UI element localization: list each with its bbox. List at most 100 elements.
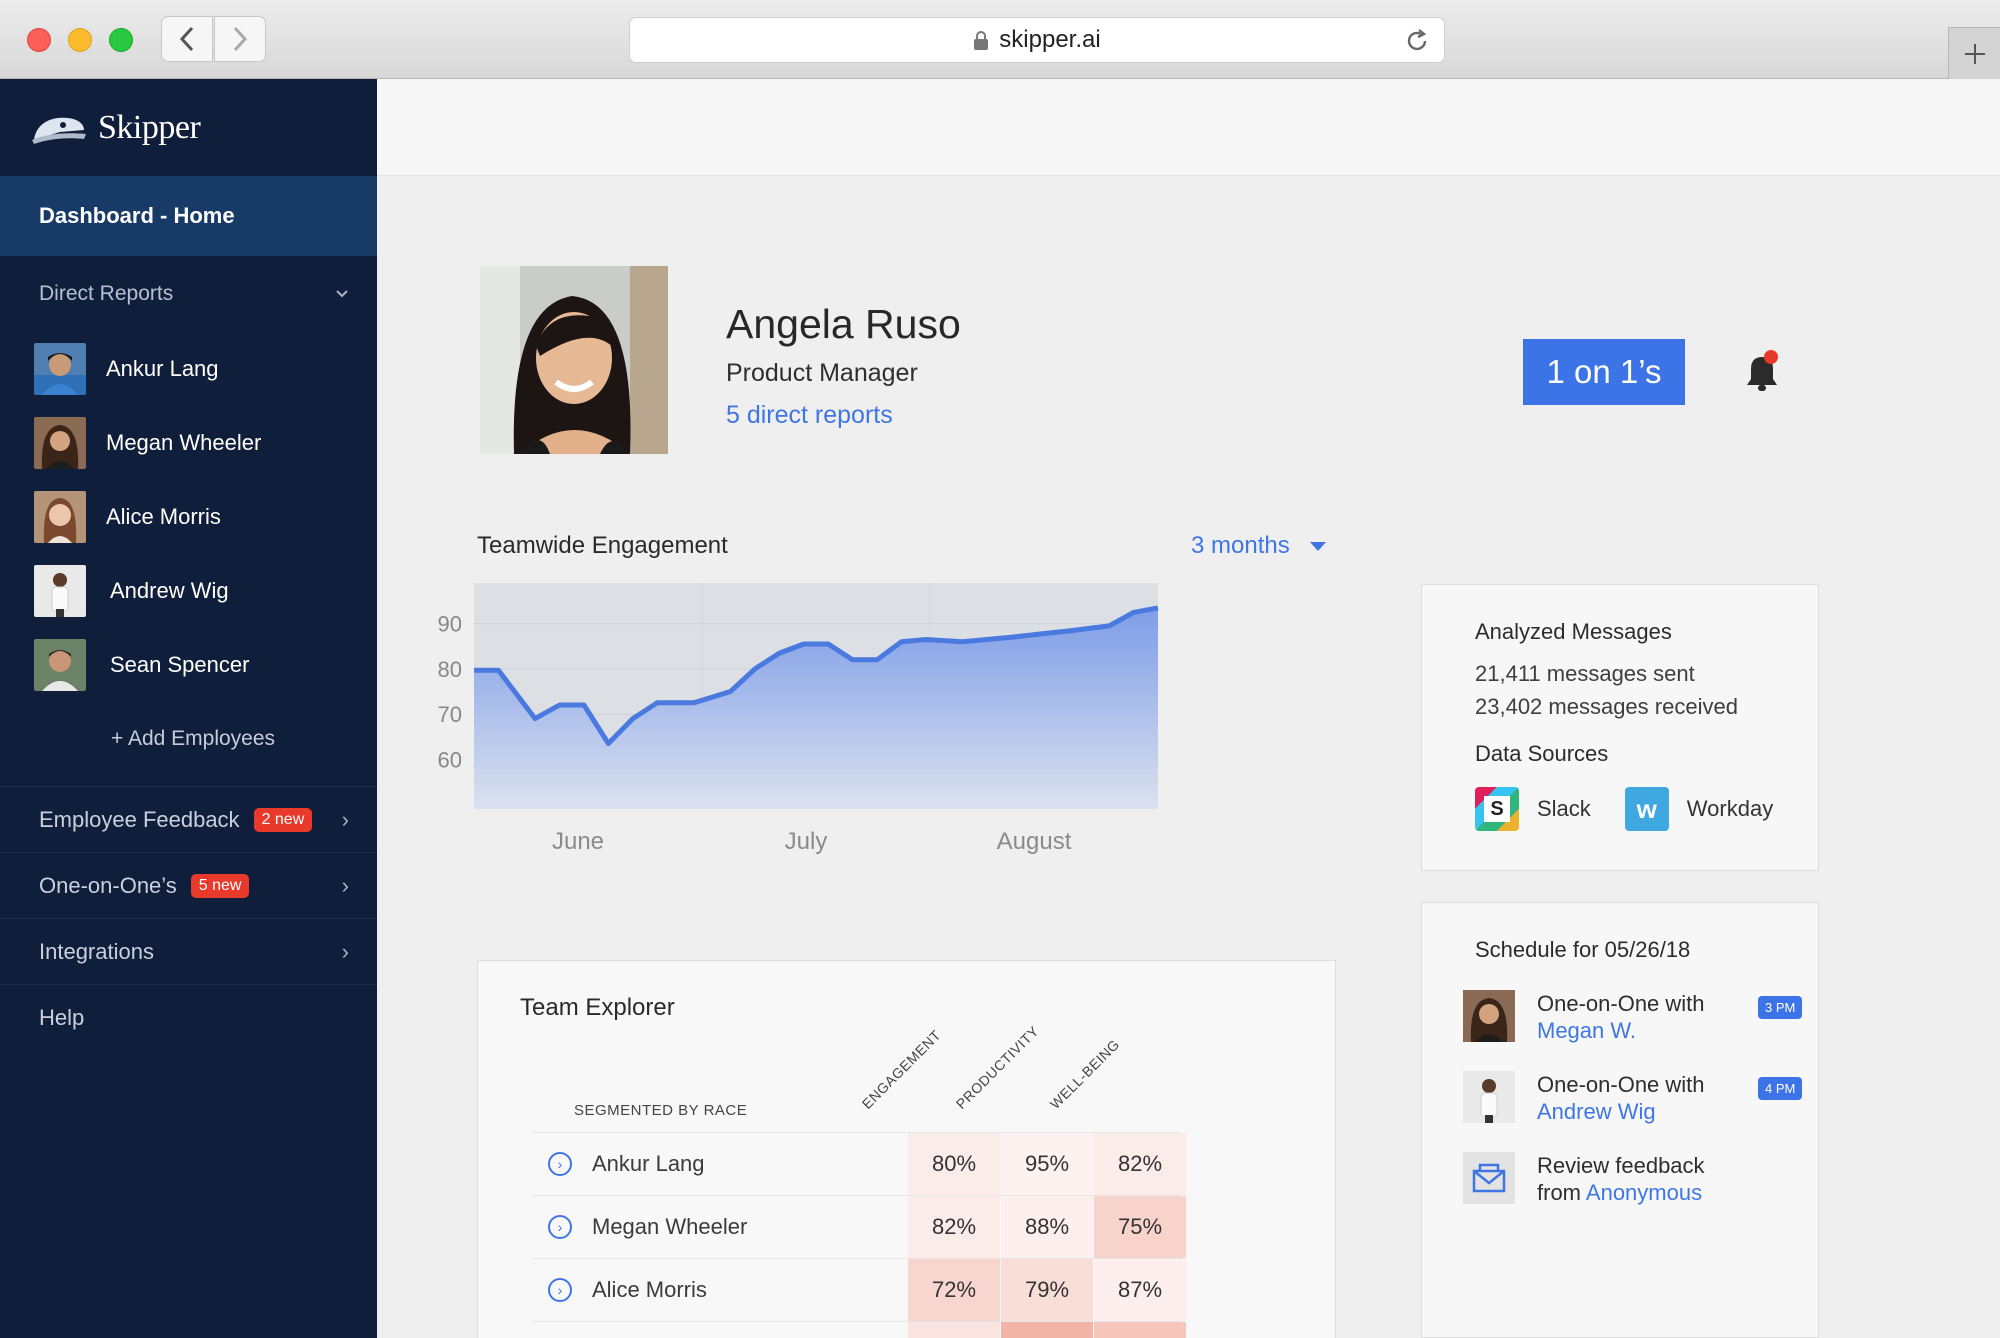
sidebar-item-help[interactable]: Help <box>0 984 377 1050</box>
source-slack[interactable]: S Slack <box>1475 787 1591 831</box>
table-cell: 88% <box>1001 1196 1093 1258</box>
x-tick-label: July <box>785 828 828 855</box>
time-badge: 3 PM <box>1758 996 1803 1019</box>
table-row <box>532 1321 1186 1338</box>
sidebar-report-sean-spencer[interactable]: Sean Spencer <box>0 628 377 702</box>
chevron-right-icon: › <box>341 872 349 898</box>
sidebar-item-label: Integrations <box>39 938 154 964</box>
analyzed-messages-card: Analyzed Messages 21,411 messages sent 2… <box>1421 584 1819 871</box>
source-name: Workday <box>1686 796 1774 821</box>
address-bar[interactable]: skipper.ai <box>629 17 1445 63</box>
schedule-item[interactable]: One-on-One with Megan W. 3 PM <box>1463 990 1818 1044</box>
time-range-dropdown[interactable]: 3 months <box>1191 532 1326 560</box>
y-tick-label: 70 <box>438 702 462 727</box>
forward-button[interactable] <box>214 16 266 62</box>
data-sources-title: Data Sources <box>1475 741 1609 766</box>
back-button[interactable] <box>161 16 213 62</box>
report-name: Sean Spencer <box>110 652 250 677</box>
sidebar-item-employee-feedback[interactable]: Employee Feedback 2 new › <box>0 786 377 852</box>
chevron-right-icon <box>233 26 248 52</box>
schedule-card: Schedule for 05/26/18 One-on-One with Me… <box>1421 902 1819 1338</box>
schedule-item[interactable]: Review feedback from Anonymous <box>1463 1152 1818 1206</box>
profile-photo <box>480 266 668 454</box>
avatar <box>34 639 86 691</box>
minimize-window-button[interactable] <box>68 28 92 52</box>
notifications-button[interactable] <box>1741 349 1783 402</box>
table-row[interactable]: › Ankur Lang 80% 95% 82% <box>532 1132 1186 1195</box>
avatar <box>1463 990 1515 1042</box>
team-explorer-card: Team Explorer SEGMENTED BY RACE ENGAGEME… <box>477 960 1336 1338</box>
table-cell: 72% <box>908 1259 1000 1321</box>
x-tick-label: June <box>552 828 604 855</box>
time-badge: 4 PM <box>1758 1077 1803 1100</box>
analyzed-messages-title: Analyzed Messages <box>1475 619 1672 644</box>
expand-row-icon[interactable]: › <box>548 1214 572 1239</box>
sidebar-report-megan-wheeler[interactable]: Megan Wheeler <box>0 406 377 480</box>
feedback-envelope-icon <box>1463 1152 1515 1204</box>
sidebar-report-alice-morris[interactable]: Alice Morris <box>0 480 377 554</box>
messages-sent: 21,411 messages sent <box>1475 661 1695 686</box>
column-header-engagement: ENGAGEMENT <box>858 1026 944 1112</box>
engagement-chart: 60 70 80 90 June July August <box>429 579 1159 1009</box>
source-workday[interactable]: w Workday <box>1624 787 1774 831</box>
maximize-window-button[interactable] <box>109 28 133 52</box>
schedule-item[interactable]: One-on-One with Andrew Wig 4 PM <box>1463 1071 1818 1125</box>
direct-reports-toggle[interactable]: Direct Reports <box>0 256 377 332</box>
chevron-right-icon: › <box>341 806 349 832</box>
expand-row-icon[interactable]: › <box>548 1151 572 1176</box>
schedule-item-text: Review feedback <box>1537 1153 1705 1178</box>
table-row[interactable]: › Megan Wheeler 82% 88% 75% <box>532 1195 1186 1258</box>
schedule-item-text: One-on-One with <box>1537 1072 1705 1097</box>
brand[interactable]: Skipper <box>0 79 377 176</box>
sidebar-item-label: Help <box>39 1004 85 1030</box>
table-cell: 95% <box>1001 1133 1093 1195</box>
table-row[interactable]: › Alice Morris 72% 79% 87% <box>532 1258 1186 1321</box>
one-on-ones-button[interactable]: 1 on 1’s <box>1523 339 1685 405</box>
table-cell: 79% <box>1001 1259 1093 1321</box>
chevron-right-icon: › <box>341 938 349 964</box>
sidebar: Skipper Dashboard - Home Direct Reports … <box>0 79 377 1338</box>
column-header-well-being: WELL-BEING <box>1046 1036 1123 1112</box>
schedule-item-person-link[interactable]: Anonymous <box>1586 1180 1702 1205</box>
add-employees-link[interactable]: + Add Employees <box>0 702 377 776</box>
y-tick-label: 60 <box>438 747 462 772</box>
lock-icon <box>974 31 989 50</box>
new-tab-button[interactable] <box>1948 27 2000 79</box>
table-cell: 75% <box>1094 1196 1186 1258</box>
report-name: Ankur Lang <box>106 356 219 381</box>
sidebar-item-dashboard-home[interactable]: Dashboard - Home <box>0 176 377 256</box>
team-explorer-title: Team Explorer <box>520 994 675 1021</box>
bell-icon <box>1747 350 1778 391</box>
profile-name: Angela Ruso <box>726 301 961 347</box>
chevron-left-icon <box>179 26 194 52</box>
report-name: Megan Wheeler <box>106 430 262 455</box>
column-header-productivity: PRODUCTIVITY <box>952 1022 1042 1112</box>
avatar <box>34 417 86 469</box>
sidebar-report-ankur-lang[interactable]: Ankur Lang <box>0 332 377 406</box>
profile-role: Product Manager <box>726 359 918 387</box>
y-tick-label: 80 <box>438 657 462 682</box>
plus-icon <box>1964 43 1985 64</box>
browser-toolbar: skipper.ai <box>0 0 2000 79</box>
schedule-title: Schedule for 05/26/18 <box>1475 937 1691 962</box>
schedule-item-person-link[interactable]: Andrew Wig <box>1537 1098 1705 1125</box>
sidebar-item-label: Dashboard - Home <box>39 203 235 228</box>
sidebar-report-andrew-wig[interactable]: Andrew Wig <box>0 554 377 628</box>
direct-reports-label: Direct Reports <box>39 282 174 305</box>
direct-reports-link[interactable]: 5 direct reports <box>726 401 893 430</box>
close-window-button[interactable] <box>27 28 51 52</box>
engagement-title: Teamwide Engagement <box>477 532 728 559</box>
sidebar-item-integrations[interactable]: Integrations › <box>0 918 377 984</box>
table-cell: 80% <box>908 1133 1000 1195</box>
sidebar-item-one-on-ones[interactable]: One-on-One’s 5 new › <box>0 852 377 918</box>
avatar <box>34 343 86 395</box>
x-tick-label: August <box>997 828 1072 855</box>
reload-icon[interactable] <box>1404 28 1430 54</box>
expand-row-icon[interactable]: › <box>548 1277 572 1302</box>
y-tick-label: 90 <box>438 612 462 637</box>
sidebar-item-label: Employee Feedback <box>39 806 240 832</box>
report-name: Andrew Wig <box>110 578 229 603</box>
slack-icon: S <box>1475 787 1519 831</box>
schedule-item-person-link[interactable]: Megan W. <box>1537 1017 1705 1044</box>
row-name: Ankur Lang <box>592 1150 705 1176</box>
